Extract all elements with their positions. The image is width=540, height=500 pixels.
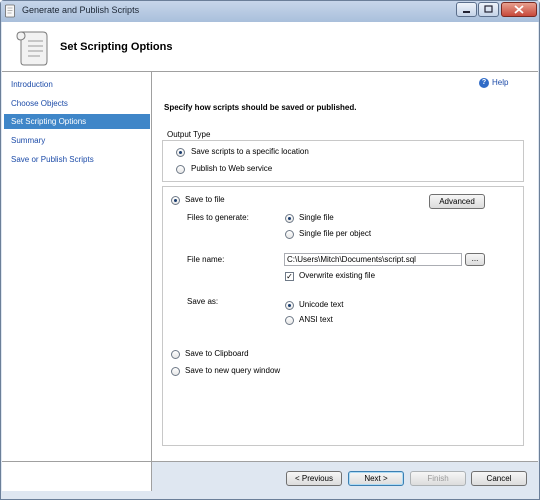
maximize-icon xyxy=(484,5,493,13)
output-type-group: Save scripts to a specific location Publ… xyxy=(162,140,524,182)
finish-button[interactable]: Finish xyxy=(410,471,466,486)
option-save-to-location-label[interactable]: Save scripts to a specific location xyxy=(191,147,309,156)
option-publish-web-service-label[interactable]: Publish to Web service xyxy=(191,164,272,173)
save-to-file-label[interactable]: Save to file xyxy=(185,195,225,204)
maximize-button[interactable] xyxy=(478,2,499,17)
help-label: Help xyxy=(492,78,509,87)
file-name-label: File name: xyxy=(187,255,225,264)
instruction-text: Specify how scripts should be saved or p… xyxy=(164,103,357,112)
single-file-per-object-label[interactable]: Single file per object xyxy=(299,229,371,238)
radio-ansi-text[interactable] xyxy=(285,316,294,325)
wizard-sidebar: Introduction Choose Objects Set Scriptin… xyxy=(2,72,152,491)
save-to-clipboard-label[interactable]: Save to Clipboard xyxy=(185,349,249,358)
radio-save-to-query-window[interactable] xyxy=(171,367,180,376)
output-type-label: Output Type xyxy=(167,130,211,139)
title-bar[interactable]: Generate and Publish Scripts xyxy=(1,1,539,22)
minimize-icon xyxy=(463,11,470,13)
radio-single-file-per-object[interactable] xyxy=(285,230,294,239)
wizard-header: Set Scripting Options xyxy=(2,22,538,72)
footer-divider xyxy=(2,461,538,462)
help-link[interactable]: ? Help xyxy=(479,78,509,88)
script-scroll-icon xyxy=(5,4,15,18)
cancel-button[interactable]: Cancel xyxy=(471,471,527,486)
files-to-generate-label: Files to generate: xyxy=(187,213,249,222)
radio-publish-web-service[interactable] xyxy=(176,165,185,174)
save-as-label: Save as: xyxy=(187,297,219,306)
wizard-window: Generate and Publish Scripts Set Scripti… xyxy=(0,0,540,500)
radio-save-to-file[interactable] xyxy=(171,196,180,205)
overwrite-checkbox[interactable]: ✓ xyxy=(285,272,294,281)
main-content: ? Help Specify how scripts should be sav… xyxy=(152,72,538,461)
page-title: Set Scripting Options xyxy=(60,41,173,53)
radio-save-to-clipboard[interactable] xyxy=(171,350,180,359)
sidebar-item-introduction[interactable]: Introduction xyxy=(4,77,150,92)
scroll-icon xyxy=(16,31,48,66)
file-name-input[interactable]: C:\Users\Mitch\Documents\script.sql xyxy=(284,253,462,266)
close-button[interactable] xyxy=(501,2,537,17)
save-to-query-window-label[interactable]: Save to new query window xyxy=(185,366,280,375)
unicode-text-label[interactable]: Unicode text xyxy=(299,300,343,309)
previous-button[interactable]: < Previous xyxy=(286,471,342,486)
radio-single-file[interactable] xyxy=(285,214,294,223)
ansi-text-label[interactable]: ANSI text xyxy=(299,315,333,324)
advanced-button[interactable]: Advanced xyxy=(429,194,485,209)
help-icon: ? xyxy=(479,78,489,88)
minimize-button[interactable] xyxy=(456,2,477,17)
sidebar-item-save-or-publish[interactable]: Save or Publish Scripts xyxy=(4,152,150,167)
sidebar-item-set-scripting-options[interactable]: Set Scripting Options xyxy=(4,114,150,129)
next-button[interactable]: Next > xyxy=(348,471,404,486)
sidebar-item-choose-objects[interactable]: Choose Objects xyxy=(4,96,150,111)
close-icon xyxy=(514,5,524,14)
single-file-label[interactable]: Single file xyxy=(299,213,334,222)
window-title: Generate and Publish Scripts xyxy=(22,5,140,15)
radio-unicode-text[interactable] xyxy=(285,301,294,310)
browse-button[interactable]: ... xyxy=(465,253,485,266)
overwrite-label[interactable]: Overwrite existing file xyxy=(299,271,375,280)
radio-save-to-location[interactable] xyxy=(176,148,185,157)
sidebar-item-summary[interactable]: Summary xyxy=(4,133,150,148)
save-options-group: Save to file Advanced Files to generate:… xyxy=(162,186,524,446)
